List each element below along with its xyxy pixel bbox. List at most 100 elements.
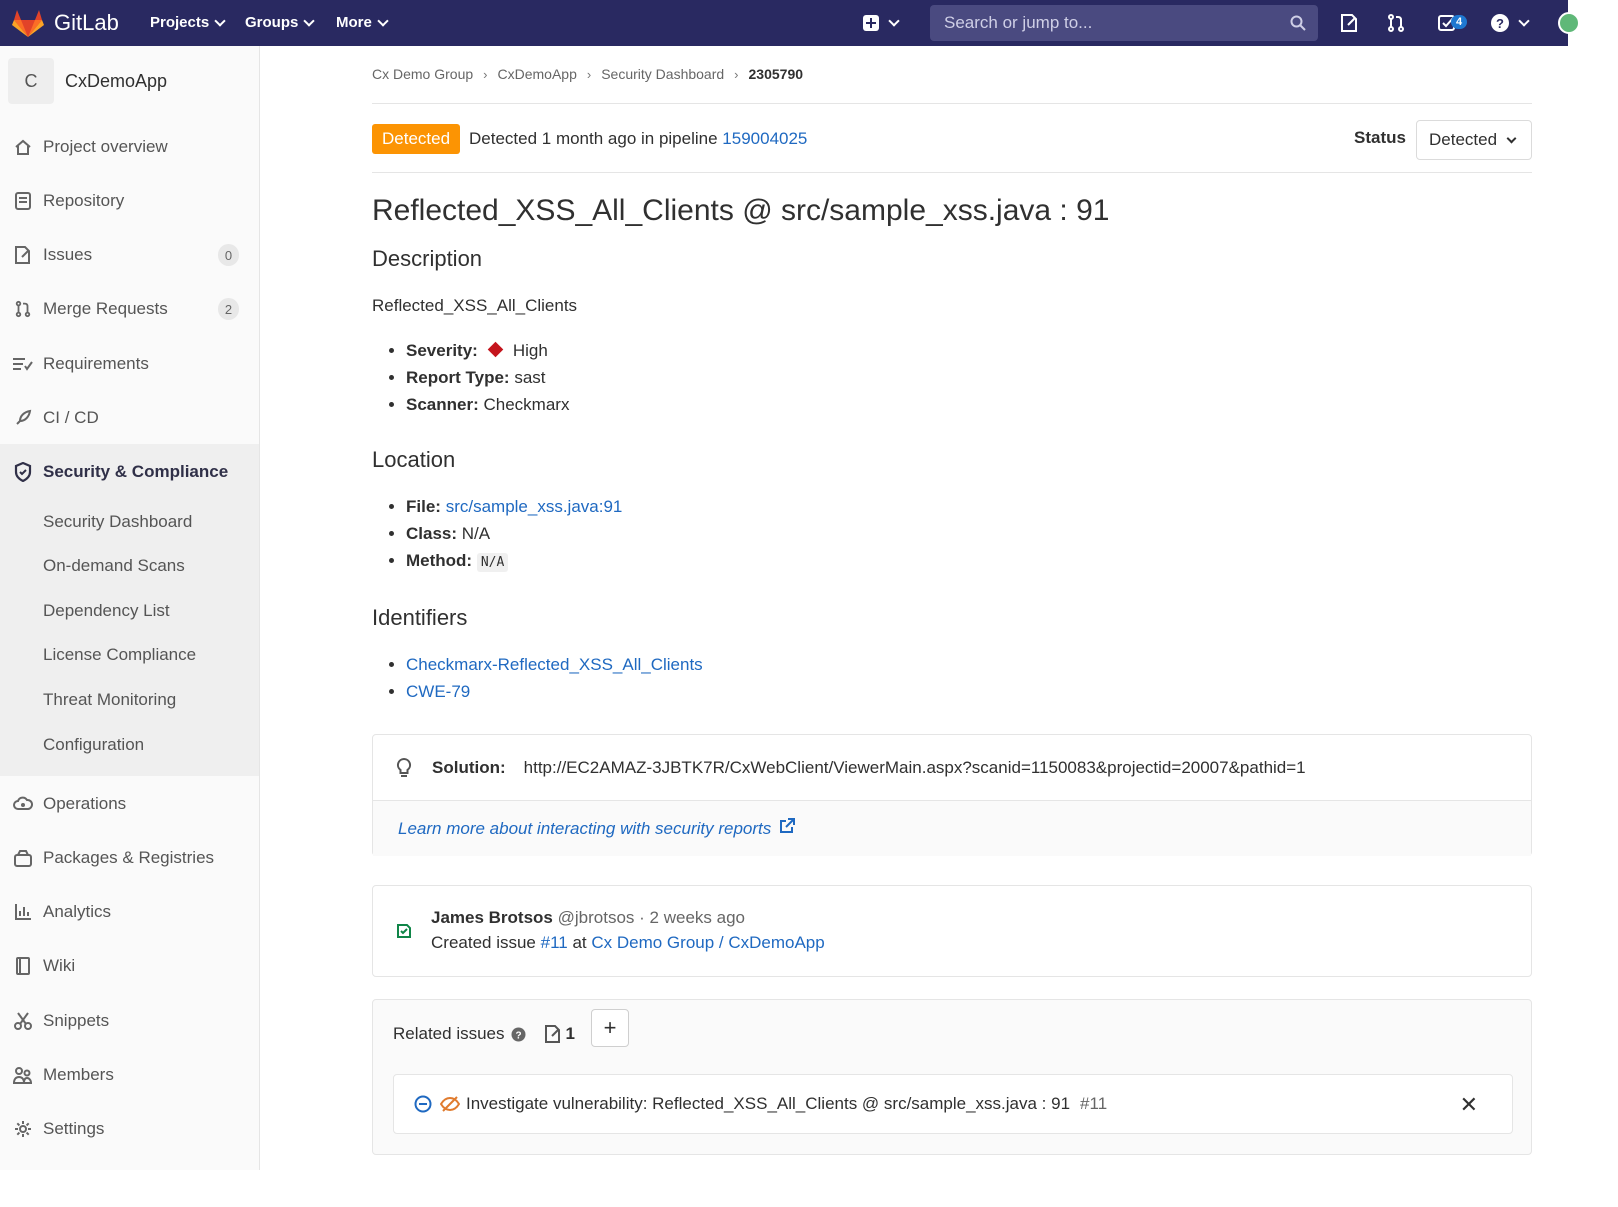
question-icon[interactable]: ? <box>511 1027 526 1042</box>
merge-request-icon <box>13 299 33 319</box>
solution-footer: Learn more about interacting with securi… <box>373 800 1531 856</box>
sidebar-item-packages-registries[interactable]: Packages & Registries <box>0 838 259 878</box>
search-input[interactable] <box>942 12 1290 34</box>
sidebar-item-analytics[interactable]: Analytics <box>0 892 259 932</box>
status-dropdown-value: Detected <box>1429 130 1498 149</box>
report-type-value: sast <box>514 368 546 387</box>
sidebar-item-label: Merge Requests <box>43 299 168 318</box>
users-icon <box>13 1065 33 1085</box>
sidebar-item-label: CI / CD <box>43 408 99 427</box>
sidebar-item-members[interactable]: Members <box>0 1055 259 1095</box>
cloud-gear-icon <box>13 794 33 814</box>
nav-groups-dropdown[interactable]: Groups <box>245 14 316 31</box>
top-navbar: GitLab Projects Groups More 4 ? <box>0 0 1580 46</box>
breadcrumb: Cx Demo Group › CxDemoApp › Security Das… <box>372 66 803 82</box>
merge-requests-nav-button[interactable] <box>1384 11 1408 35</box>
user-avatar[interactable] <box>1558 12 1580 34</box>
project-sidebar: C CxDemoApp Project overview Repository … <box>0 46 260 1170</box>
package-icon <box>13 848 33 868</box>
breadcrumb-security-dashboard[interactable]: Security Dashboard <box>601 66 724 82</box>
pipeline-link[interactable]: 159004025 <box>722 129 807 148</box>
document-icon <box>13 191 33 211</box>
gear-icon <box>13 1119 33 1139</box>
breadcrumb-group[interactable]: Cx Demo Group <box>372 66 473 82</box>
identifiers-list: Checkmarx-Reflected_XSS_All_Clients CWE-… <box>372 651 703 705</box>
identifier-link-cwe[interactable]: CWE-79 <box>406 682 470 701</box>
related-issues-card: Related issues ? 1 + Investigate vulnera… <box>372 999 1532 1155</box>
sidebar-subitem-license-compliance[interactable]: License Compliance <box>43 640 196 670</box>
eye-slash-icon <box>440 1096 460 1112</box>
sidebar-item-operations[interactable]: Operations <box>0 784 259 824</box>
issues-icon <box>13 245 33 265</box>
location-heading: Location <box>372 447 456 472</box>
sidebar-item-label: Security & Compliance <box>43 462 229 481</box>
chevron-down-icon <box>303 14 316 27</box>
nav-projects-label: Projects <box>150 14 210 31</box>
sidebar-item-project-overview[interactable]: Project overview <box>0 127 259 167</box>
list-item: File: src/sample_xss.java:91 <box>406 493 622 520</box>
list-item: Class: N/A <box>406 520 622 547</box>
list-item: Severity: High <box>406 337 569 364</box>
activity-body: Created issue #11 at Cx Demo Group / CxD… <box>431 933 825 953</box>
issues-count-badge: 0 <box>218 244 239 266</box>
sidebar-item-snippets[interactable]: Snippets <box>0 1001 259 1041</box>
breadcrumb-project[interactable]: CxDemoApp <box>498 66 577 82</box>
sidebar-item-label: Project overview <box>43 137 168 156</box>
rocket-icon <box>13 408 33 428</box>
add-related-issue-button[interactable]: + <box>591 1009 629 1047</box>
description-text: Reflected_XSS_All_Clients <box>372 296 578 315</box>
plus-square-icon <box>863 15 879 31</box>
nav-more-dropdown[interactable]: More <box>336 14 389 31</box>
issues-nav-button[interactable] <box>1337 11 1361 35</box>
sidebar-item-settings[interactable]: Settings <box>0 1109 259 1149</box>
nav-projects-dropdown[interactable]: Projects <box>150 14 226 31</box>
project-avatar: C <box>8 58 54 104</box>
sidebar-item-label: Operations <box>43 794 127 813</box>
activity-project-link[interactable]: Cx Demo Group / CxDemoApp <box>591 933 824 952</box>
list-item: Report Type: sast <box>406 364 569 391</box>
help-dropdown[interactable]: ? <box>1490 11 1536 35</box>
sidebar-item-merge-requests[interactable]: Merge Requests 2 <box>0 289 259 329</box>
sidebar-project-header[interactable]: C CxDemoApp <box>8 58 167 104</box>
sidebar-item-issues[interactable]: Issues 0 <box>0 235 259 275</box>
sidebar-item-wiki[interactable]: Wiki <box>0 946 259 986</box>
status-label: Status <box>1354 128 1406 147</box>
related-issues-count: 1 <box>565 1024 575 1043</box>
learn-more-link[interactable]: Learn more about interacting with securi… <box>398 819 771 839</box>
severity-high-icon <box>487 341 504 358</box>
activity-handle[interactable]: @jbrotsos <box>558 908 635 927</box>
new-item-dropdown[interactable] <box>862 11 910 35</box>
details-list: Severity: High Report Type: sast Scanner:… <box>372 337 569 418</box>
close-icon[interactable]: ✕ <box>1460 1092 1478 1118</box>
list-item: Method: N/A <box>406 547 622 574</box>
activity-author[interactable]: James Brotsos <box>431 908 553 927</box>
sidebar-subitem-on-demand-scans[interactable]: On-demand Scans <box>43 551 185 581</box>
class-label: Class: <box>406 524 458 543</box>
sidebar-item-repository[interactable]: Repository <box>0 181 259 221</box>
sidebar-subitem-configuration[interactable]: Configuration <box>43 730 144 760</box>
sidebar-subitem-security-dashboard[interactable]: Security Dashboard <box>43 507 192 537</box>
shield-icon <box>13 462 33 482</box>
list-item: Checkmarx-Reflected_XSS_All_Clients <box>406 651 703 678</box>
sidebar-item-label: Packages & Registries <box>43 848 215 867</box>
activity-issue-link[interactable]: #11 <box>541 933 568 952</box>
chevron-right-icon: › <box>483 66 488 82</box>
sidebar-item-label: Wiki <box>43 956 76 975</box>
related-issue-item[interactable]: Investigate vulnerability: Reflected_XSS… <box>393 1074 1513 1134</box>
related-issue-title[interactable]: Investigate vulnerability: Reflected_XSS… <box>466 1094 1070 1114</box>
sidebar-subitem-threat-monitoring[interactable]: Threat Monitoring <box>43 685 176 715</box>
status-dropdown[interactable]: Detected <box>1416 120 1532 160</box>
sidebar-item-security-compliance[interactable]: Security & Compliance <box>0 452 259 492</box>
list-item: Scanner: Checkmarx <box>406 391 569 418</box>
search-box[interactable] <box>930 5 1318 41</box>
file-link[interactable]: src/sample_xss.java:91 <box>446 497 623 516</box>
identifier-link-checkmarx[interactable]: Checkmarx-Reflected_XSS_All_Clients <box>406 655 703 674</box>
sidebar-item-requirements[interactable]: Requirements <box>0 344 259 384</box>
gitlab-logo[interactable]: GitLab <box>12 8 119 38</box>
breadcrumb-current[interactable]: 2305790 <box>749 66 804 82</box>
sidebar-item-ci-cd[interactable]: CI / CD <box>0 398 259 438</box>
sidebar-subitem-dependency-list[interactable]: Dependency List <box>43 596 170 626</box>
brand-name: GitLab <box>54 10 119 35</box>
identifiers-heading: Identifiers <box>372 605 468 630</box>
issues-icon <box>1341 14 1357 32</box>
